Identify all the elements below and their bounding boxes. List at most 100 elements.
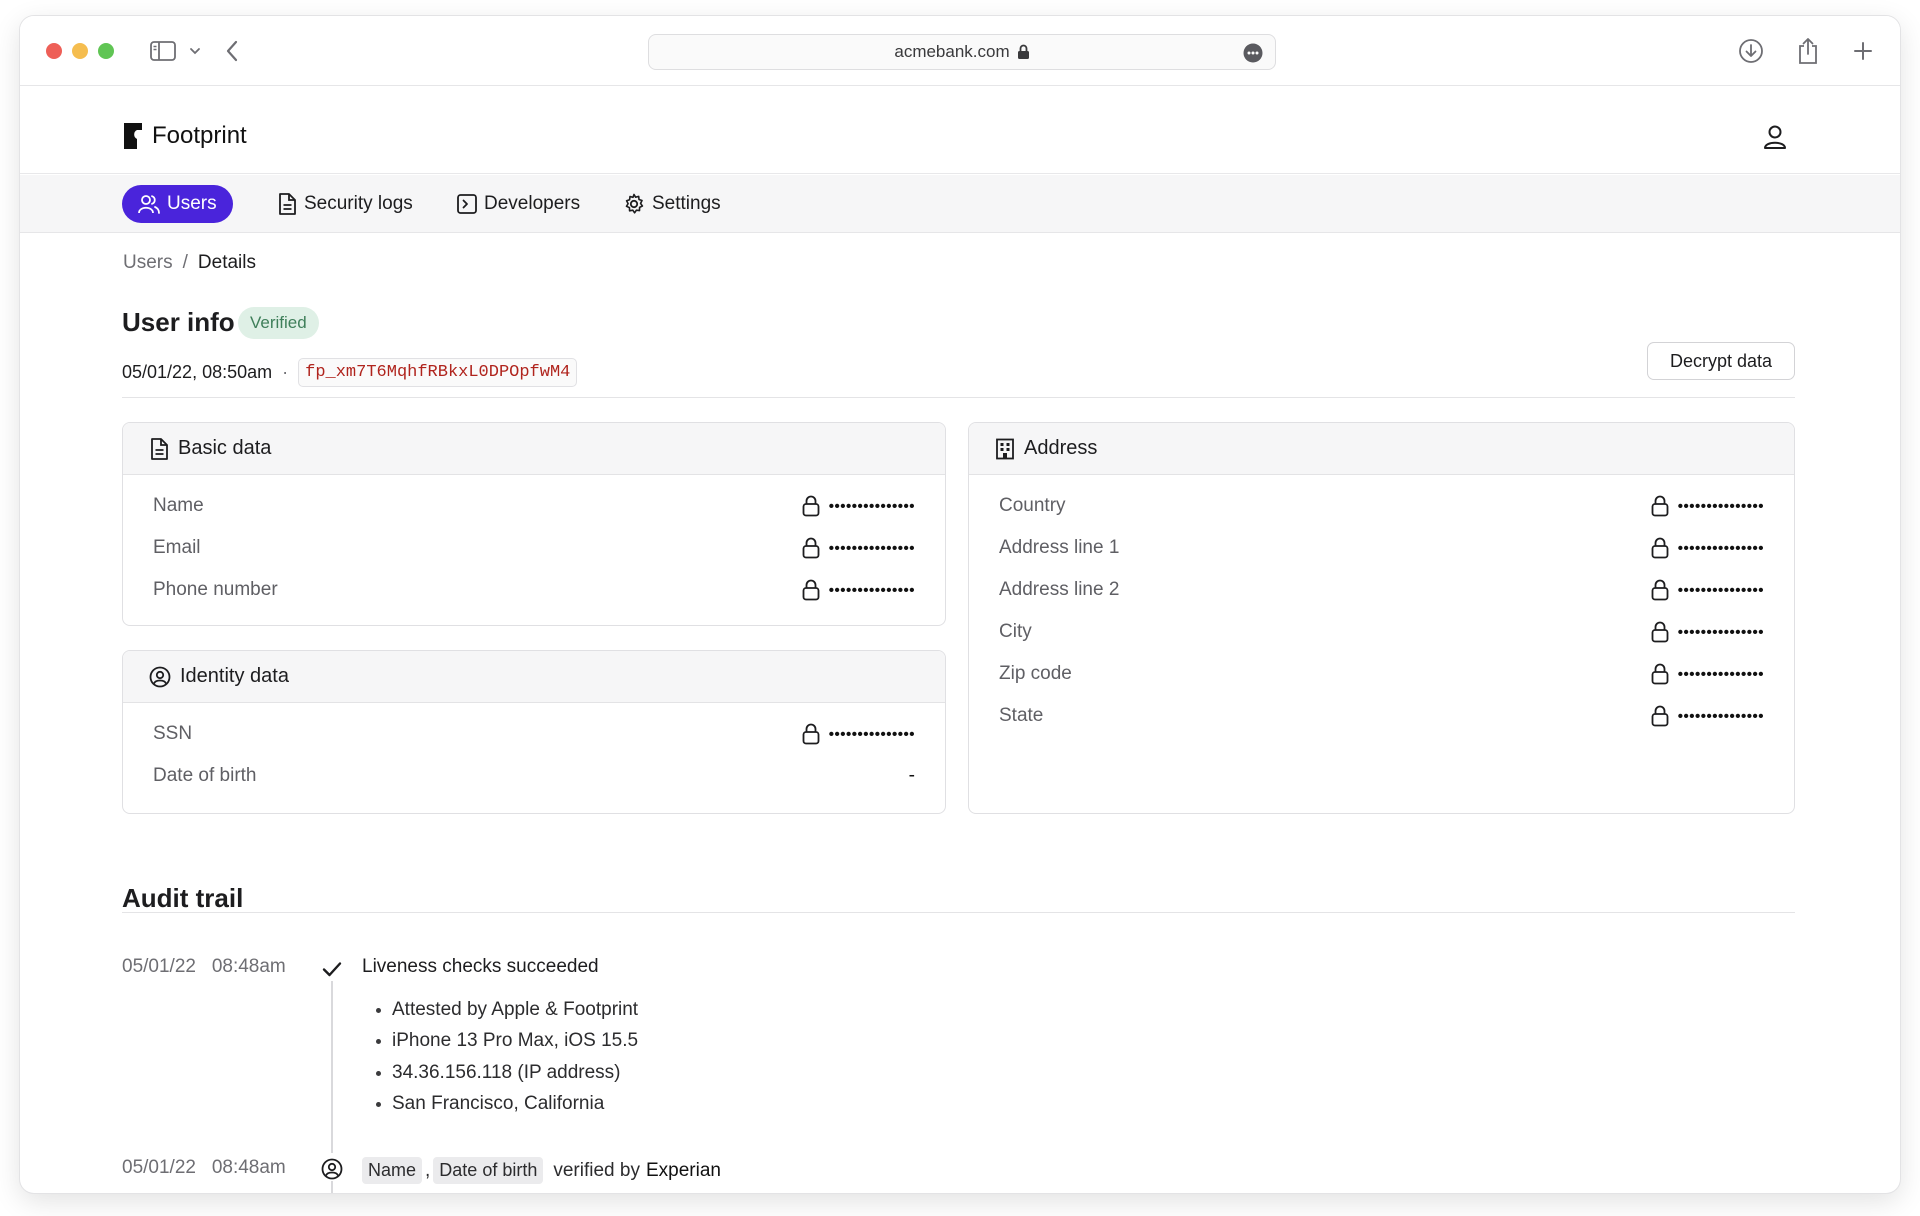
event-date: 05/01/22 bbox=[122, 956, 196, 977]
divider bbox=[122, 397, 1795, 398]
event-details: Attested by Apple & Footprint iPhone 13 … bbox=[375, 994, 638, 1119]
sidebar-toggle-icon[interactable] bbox=[148, 36, 178, 66]
timeline-connector bbox=[331, 976, 333, 1153]
field-label: SSN bbox=[153, 723, 193, 744]
masked-value: ••••••••••••••• bbox=[1677, 581, 1764, 599]
zoom-window-button[interactable] bbox=[98, 43, 114, 59]
data-row-state: State ••••••••••••••• bbox=[999, 701, 1764, 731]
card-title: Address bbox=[1024, 437, 1098, 459]
data-row-address-line-2: Address line 2 ••••••••••••••• bbox=[999, 575, 1764, 605]
divider bbox=[122, 912, 1795, 913]
field-label: Email bbox=[153, 537, 201, 558]
nav-item-settings[interactable]: Settings bbox=[623, 185, 721, 223]
share-icon[interactable] bbox=[1795, 36, 1821, 66]
masked-value: ••••••••••••••• bbox=[1677, 707, 1764, 725]
lock-icon bbox=[802, 537, 820, 559]
terminal-icon bbox=[457, 194, 477, 214]
download-icon[interactable] bbox=[1736, 36, 1766, 66]
masked-value: ••••••••••••••• bbox=[828, 725, 915, 743]
lock-icon bbox=[1651, 663, 1669, 685]
field-label: Phone number bbox=[153, 579, 278, 600]
lock-icon bbox=[802, 723, 820, 745]
masked-value: ••••••••••••••• bbox=[828, 497, 915, 515]
data-row-zip-code: Zip code ••••••••••••••• bbox=[999, 659, 1764, 689]
event-datetime: 05/01/22 08:48am bbox=[122, 1157, 286, 1179]
data-row-name: Name ••••••••••••••• bbox=[153, 491, 915, 521]
card-header: Identity data bbox=[123, 651, 945, 703]
building-icon bbox=[996, 438, 1014, 459]
masked-value: ••••••••••••••• bbox=[1677, 497, 1764, 515]
audit-trail-title: Audit trail bbox=[122, 883, 244, 913]
new-tab-icon[interactable] bbox=[1851, 36, 1875, 66]
close-window-button[interactable] bbox=[46, 43, 62, 59]
data-row-phone: Phone number ••••••••••••••• bbox=[153, 575, 915, 605]
document-icon bbox=[151, 437, 168, 460]
field-tag: Name bbox=[362, 1157, 423, 1184]
lock-icon bbox=[1651, 705, 1669, 727]
lock-icon bbox=[1651, 621, 1669, 643]
verification-source: Experian bbox=[645, 1159, 721, 1181]
nav-item-developers[interactable]: Developers bbox=[457, 185, 580, 223]
empty-value: - bbox=[908, 765, 915, 786]
more-options-icon[interactable] bbox=[1243, 43, 1263, 68]
event-time: 08:48am bbox=[211, 956, 286, 977]
account-icon[interactable] bbox=[1762, 124, 1788, 155]
field-label: Name bbox=[153, 495, 204, 516]
page-title: User info bbox=[122, 307, 235, 337]
event-title: Liveness checks succeeded bbox=[362, 956, 599, 977]
main-nav: Users Security logs Developers Settings bbox=[20, 175, 1900, 233]
address-card: Address Country ••••••••••••••• Address … bbox=[968, 422, 1795, 814]
data-row-country: Country ••••••••••••••• bbox=[999, 491, 1764, 521]
field-label: Country bbox=[999, 495, 1066, 516]
nav-item-users[interactable]: Users bbox=[122, 185, 233, 223]
decrypt-data-button[interactable]: Decrypt data bbox=[1647, 342, 1795, 380]
data-row-city: City ••••••••••••••• bbox=[999, 617, 1764, 647]
field-label: Date of birth bbox=[153, 765, 257, 786]
card-title: Identity data bbox=[180, 665, 289, 687]
data-row-ssn: SSN ••••••••••••••• bbox=[153, 719, 915, 749]
user-timestamp: 05/01/22, 08:50am bbox=[122, 362, 273, 382]
verified-by-text: verified by bbox=[553, 1159, 640, 1181]
footprint-logo[interactable]: Footprint bbox=[123, 122, 247, 150]
status-badge: Verified bbox=[238, 307, 319, 339]
footprint-logo-icon bbox=[124, 123, 142, 149]
brand-name: Footprint bbox=[152, 122, 247, 149]
detail-item: San Francisco, California bbox=[375, 1088, 638, 1119]
event-time: 08:48am bbox=[211, 1157, 286, 1178]
card-header: Basic data bbox=[123, 423, 945, 475]
detail-item: Attested by Apple & Footprint bbox=[375, 994, 638, 1025]
lock-icon bbox=[1651, 537, 1669, 559]
breadcrumb-current: Details bbox=[197, 252, 256, 273]
masked-value: ••••••••••••••• bbox=[1677, 539, 1764, 557]
back-arrow-icon[interactable] bbox=[220, 36, 244, 66]
breadcrumb: Users / Details bbox=[123, 252, 256, 274]
field-tag: Date of birth bbox=[433, 1157, 544, 1184]
detail-item: iPhone 13 Pro Max, iOS 15.5 bbox=[375, 1025, 638, 1056]
app-header: Footprint bbox=[20, 86, 1900, 174]
event-date: 05/01/22 bbox=[122, 1157, 196, 1178]
meta-separator: · bbox=[282, 362, 289, 382]
breadcrumb-users-link[interactable]: Users bbox=[123, 252, 173, 273]
address-bar[interactable]: acmebank.com bbox=[648, 34, 1276, 70]
detail-item: 34.36.156.118 (IP address) bbox=[375, 1057, 638, 1088]
data-row-address-line-1: Address line 1 ••••••••••••••• bbox=[999, 533, 1764, 563]
identity-data-card: Identity data SSN ••••••••••••••• Date o… bbox=[122, 650, 946, 814]
card-header: Address bbox=[969, 423, 1794, 475]
masked-value: ••••••••••••••• bbox=[828, 539, 915, 557]
checkmark-icon bbox=[320, 957, 344, 981]
lock-icon bbox=[1651, 579, 1669, 601]
field-label: State bbox=[999, 705, 1044, 726]
browser-window: acmebank.com Footprint Users Security lo… bbox=[20, 16, 1900, 1193]
field-label: Zip code bbox=[999, 663, 1072, 684]
masked-value: ••••••••••••••• bbox=[828, 581, 915, 599]
user-id-code[interactable]: fp_xm7T6MqhfRBkxL0DPOpfwM4 bbox=[298, 358, 578, 387]
field-label: Address line 2 bbox=[999, 579, 1120, 600]
lock-icon bbox=[1017, 44, 1030, 60]
lock-icon bbox=[1651, 495, 1669, 517]
tag-separator: , bbox=[425, 1159, 431, 1181]
field-label: Address line 1 bbox=[999, 537, 1120, 558]
minimize-window-button[interactable] bbox=[72, 43, 88, 59]
chevron-down-icon[interactable] bbox=[188, 36, 202, 66]
gear-icon bbox=[625, 193, 644, 214]
nav-item-security-logs[interactable]: Security logs bbox=[277, 185, 413, 223]
